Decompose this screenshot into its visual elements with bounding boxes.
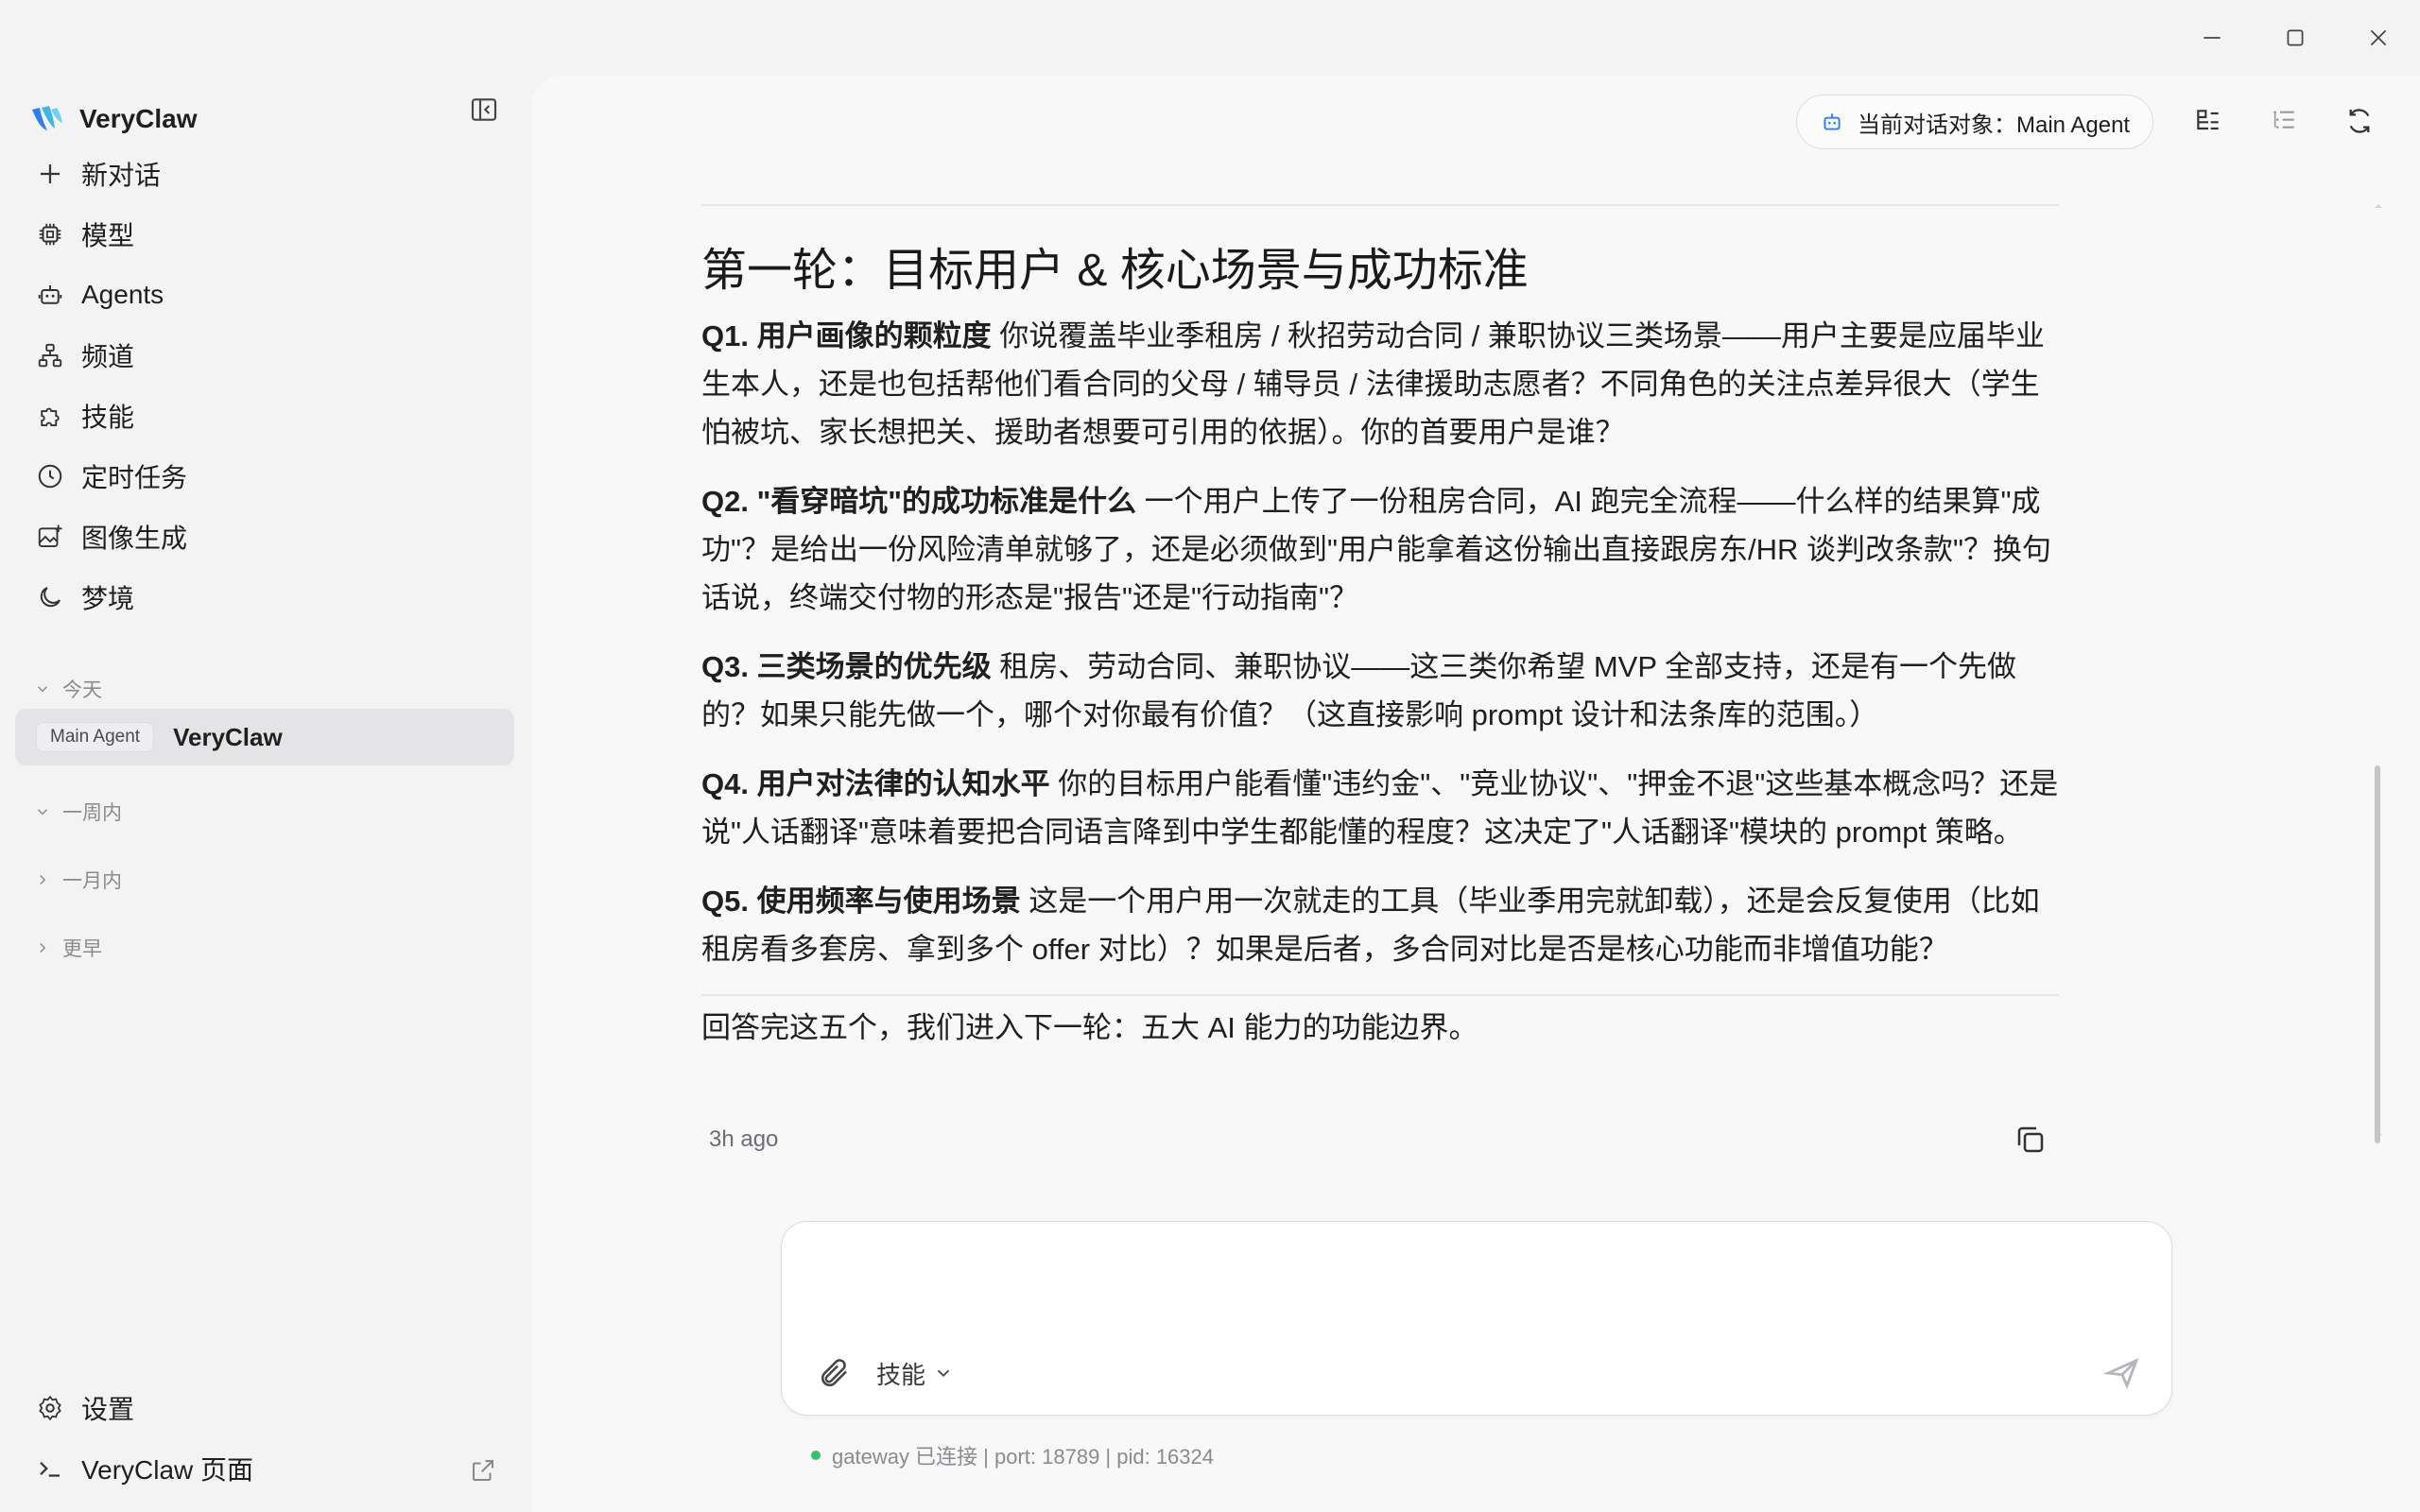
sidebar-collapse-icon — [471, 98, 497, 121]
robot-icon — [38, 285, 62, 304]
session-agent-badge: Main Agent — [36, 722, 155, 752]
outline-button[interactable] — [2265, 102, 2303, 140]
status-dot — [811, 1451, 821, 1460]
terminal-icon — [40, 1461, 60, 1477]
copy-icon[interactable] — [2014, 1123, 2048, 1157]
collapse-sidebar-button[interactable] — [465, 91, 503, 129]
sidebar-item-label: 梦境 — [81, 584, 135, 613]
sidebar-item-label: 新对话 — [81, 161, 162, 190]
sidebar-item-skills[interactable]: 技能 — [15, 386, 516, 446]
sidebar-item-image-generation[interactable]: 图像生成 — [15, 507, 516, 567]
chevron-right-icon — [40, 874, 46, 885]
session-item[interactable]: Main Agent VeryClaw — [15, 709, 514, 765]
group-header-week[interactable]: 一周内 — [34, 798, 122, 826]
sidebar-item-settings[interactable]: 设置 — [15, 1378, 516, 1438]
scrollbar-thumb[interactable] — [2375, 765, 2380, 1143]
sidebar-nav: 新对话 模型 Agents 频道 技能 定时任务 图像生成 梦境 — [15, 144, 516, 627]
assistant-message: 第一轮：目标用户 & 核心场景与成功标准 Q1. 用户画像的颗粒度 你说覆盖毕业… — [701, 204, 2059, 1052]
sidebar-item-label: 技能 — [81, 403, 135, 432]
sidebar-item-label: 频道 — [81, 342, 135, 371]
brand: VeryClaw — [28, 91, 198, 147]
question-1: Q1. 用户画像的颗粒度 你说覆盖毕业季租房 / 秋招劳动合同 / 兼职协议三类… — [701, 319, 2045, 449]
paperclip-icon[interactable] — [818, 1356, 852, 1390]
sidebar: VeryClaw 新对话 模型 Agents 频道 技能 定时任务 图像生成 梦… — [0, 76, 531, 1512]
message-heading: 第一轮：目标用户 & 核心场景与成功标准 — [701, 246, 1529, 296]
refresh-icon — [2349, 109, 2370, 133]
network-icon — [38, 343, 62, 368]
sidebar-item-models[interactable]: 模型 — [15, 204, 516, 265]
image-plus-icon — [38, 524, 62, 547]
sidebar-item-label: Agents — [81, 280, 164, 309]
gateway-status: gateway 已连接 | port: 18789 | pid: 16324 — [811, 1440, 1214, 1470]
divider — [701, 204, 2059, 206]
group-header-earlier[interactable]: 更早 — [34, 934, 102, 962]
maximize-icon — [2287, 29, 2304, 46]
sidebar-item-label: VeryClaw 页面 — [81, 1455, 254, 1485]
sidebar-item-dreams[interactable]: 梦境 — [15, 567, 516, 627]
sidebar-item-label: 模型 — [81, 221, 135, 250]
veryclaw-logo-icon — [32, 106, 62, 130]
sidebar-item-veryclaw-page[interactable]: VeryClaw 页面 — [15, 1438, 516, 1499]
message-meta: 3h ago — [709, 1123, 2051, 1160]
external-link-icon[interactable] — [469, 1456, 497, 1485]
message-input[interactable] — [810, 1245, 2137, 1333]
gear-icon — [39, 1395, 61, 1421]
question-4: Q4. 用户对法律的认知水平 你的目标用户能看懂"违约金"、"竞业协议"、"押金… — [701, 767, 2059, 849]
chip-icon — [39, 223, 61, 246]
puzzle-icon — [41, 407, 60, 426]
current-agent-pill[interactable]: 当前对话对象：Main Agent — [1796, 94, 2154, 149]
plus-icon — [41, 164, 60, 183]
tree-view-icon — [2197, 110, 2219, 130]
chevron-down-icon — [37, 686, 48, 693]
message-timestamp: 3h ago — [709, 1126, 779, 1152]
chevron-down-icon — [937, 1369, 950, 1378]
chat-panel: 当前对话对象：Main Agent 第一轮：目标用户 & 核心场景与成功标准 Q… — [531, 76, 2420, 1512]
message-composer: 技能 — [781, 1221, 2172, 1416]
chevron-down-icon — [37, 809, 48, 816]
robot-icon — [1824, 113, 1841, 130]
message-closing: 回答完这五个，我们进入下一轮：五大 AI 能力的功能边界。 — [701, 1011, 1478, 1044]
close-icon — [2370, 29, 2387, 46]
current-agent-label: 当前对话对象：Main Agent — [1858, 112, 2131, 138]
list-outline-icon — [2273, 111, 2294, 129]
maximize-button[interactable] — [2265, 19, 2325, 57]
brand-name: VeryClaw — [79, 104, 198, 133]
moon-icon — [40, 587, 60, 608]
sidebar-item-new-chat[interactable]: 新对话 — [15, 144, 516, 204]
question-2: Q2. "看穿暗坑"的成功标准是什么 一个用户上传了一份租房合同，AI 跑完全流… — [701, 485, 2052, 614]
skills-dropdown[interactable]: 技能 — [876, 1352, 954, 1394]
sidebar-item-scheduled-tasks[interactable]: 定时任务 — [15, 446, 516, 507]
close-button[interactable] — [2348, 19, 2409, 57]
sidebar-item-agents[interactable]: Agents — [15, 265, 516, 325]
scroll-up-icon — [2375, 204, 2382, 208]
chevron-right-icon — [40, 942, 46, 954]
send-icon[interactable] — [2103, 1354, 2141, 1392]
divider — [701, 994, 2059, 996]
question-5: Q5. 使用频率与使用场景 这是一个用户用一次就走的工具（毕业季用完就卸载），还… — [701, 885, 2040, 966]
sidebar-item-channels[interactable]: 频道 — [15, 325, 516, 386]
sidebar-bottom-nav: 设置 VeryClaw 页面 — [15, 1378, 516, 1499]
sidebar-item-label: 定时任务 — [81, 463, 188, 492]
session-name: VeryClaw — [173, 722, 283, 751]
title-bar — [0, 0, 2420, 76]
sidebar-item-label: 设置 — [81, 1395, 135, 1424]
skills-label: 技能 — [876, 1360, 926, 1389]
tree-view-button[interactable] — [2189, 102, 2227, 140]
minimize-button[interactable] — [2182, 19, 2242, 57]
clock-icon — [38, 464, 62, 489]
minimize-icon — [2204, 37, 2221, 39]
group-header-today[interactable]: 今天 — [34, 675, 102, 703]
group-header-month[interactable]: 一月内 — [34, 866, 122, 894]
question-3: Q3. 三类场景的优先级 租房、劳动合同、兼职协议——这三类你希望 MVP 全部… — [701, 650, 2017, 731]
refresh-button[interactable] — [2341, 102, 2378, 140]
sidebar-item-label: 图像生成 — [81, 524, 188, 553]
status-text: gateway 已连接 | port: 18789 | pid: 16324 — [832, 1445, 1215, 1469]
